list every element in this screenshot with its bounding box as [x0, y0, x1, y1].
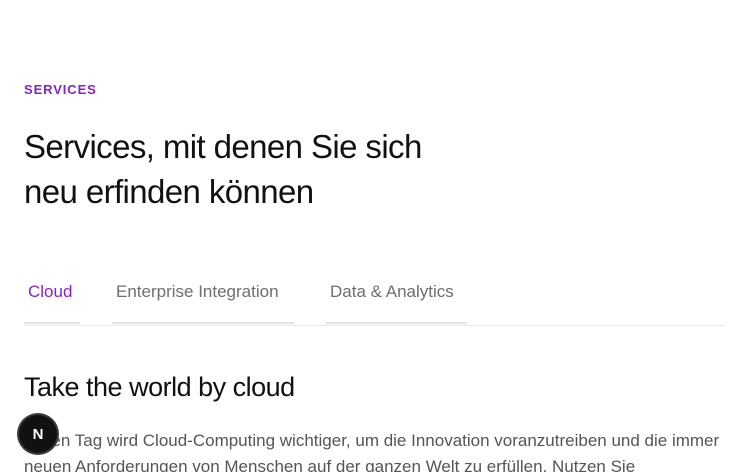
tab-cloud-label: Cloud [28, 282, 73, 301]
tab-data-analytics[interactable]: Data & Analytics [326, 270, 467, 324]
tab-enterprise-integration[interactable]: Enterprise Integration [112, 270, 294, 324]
tab-cloud[interactable]: Cloud [24, 270, 80, 324]
panel-body: Jeden Tag wird Cloud-Computing wichtiger… [24, 431, 720, 472]
n-logo-icon: N [33, 426, 44, 443]
page: SERVICES Services, mit denen Sie sich ne… [0, 0, 748, 472]
tab-enterprise-integration-underline [112, 322, 294, 324]
n-logo-badge[interactable]: N [19, 415, 57, 453]
services-tabs: Cloud Enterprise Integration Data & Anal… [24, 270, 724, 326]
section-eyebrow: SERVICES [24, 82, 97, 97]
section-headline: Services, mit denen Sie sich neu erfinde… [24, 124, 484, 214]
panel-title: Take the world by cloud [24, 372, 295, 402]
tab-data-analytics-label: Data & Analytics [330, 282, 454, 301]
tab-cloud-underline [24, 322, 80, 324]
headline-line-2: neu erfinden können [24, 173, 314, 210]
tab-enterprise-integration-label: Enterprise Integration [116, 282, 279, 301]
tab-data-analytics-underline [326, 322, 467, 324]
n-logo-letter: N [33, 426, 44, 443]
headline-line-1: Services, mit denen Sie sich [24, 128, 422, 165]
